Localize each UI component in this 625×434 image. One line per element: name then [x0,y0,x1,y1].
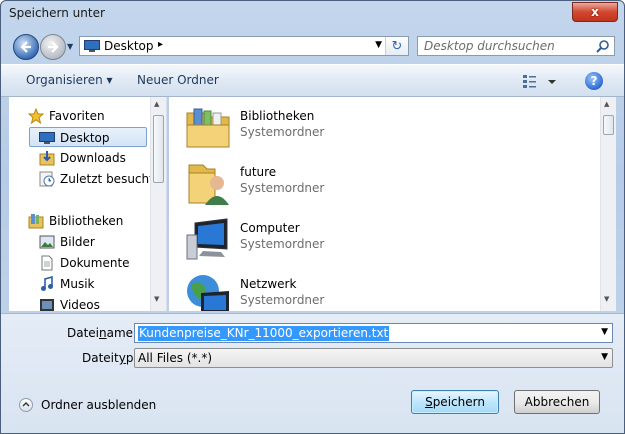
address-dropdown-icon[interactable]: ▼ [375,40,382,50]
recent-icon [39,171,55,187]
user-folder-icon [188,164,229,205]
new-folder-button[interactable]: Neuer Ordner [137,73,219,87]
chevron-down-icon[interactable]: ▼ [601,352,608,362]
nav-item-label: Desktop [60,131,110,145]
music-icon [41,276,53,291]
desktop-icon [84,40,100,52]
file-name: future [240,165,277,179]
save-button[interactable]: Speichern [411,390,499,414]
star-icon [28,108,44,124]
search-icon[interactable] [596,39,610,53]
refresh-button[interactable]: ↻ [385,37,408,55]
computer-icon [186,218,228,260]
list-item[interactable]: Bibliotheken Systemordner [185,103,605,155]
nav-item-downloads[interactable]: Downloads [9,148,149,168]
nav-item-desktop[interactable]: Desktop [29,127,147,147]
forward-button[interactable] [40,34,66,60]
close-button[interactable]: x [572,2,618,22]
save-options-panel: Dateiname: Kundenpreise_KNr_11000_export… [1,313,624,433]
scroll-up-icon[interactable]: ▲ [604,100,609,108]
nav-item-label: Bilder [60,235,95,249]
command-bar: Organisieren ▾ Neuer Ordner ? [1,64,624,97]
file-type: Systemordner [240,293,325,307]
libraries-icon [28,214,44,229]
change-view-button[interactable] [520,72,558,90]
nav-item-documents[interactable]: Dokumente [9,253,149,273]
arrow-left-icon [20,41,31,53]
save-as-dialog: Speichern unter x ▼ Desktop ▸ ▼ ↻ Deskto… [0,0,625,434]
list-item[interactable]: Netzwerk Systemordner [185,271,605,311]
nav-item-recent[interactable]: Zuletzt besucht [9,169,154,189]
search-box[interactable]: Desktop durchsuchen [417,36,615,56]
view-options-icon [523,75,556,88]
title-bar: Speichern unter x [1,1,624,27]
organize-menu[interactable]: Organisieren ▾ [26,73,113,87]
file-type: Systemordner [240,181,325,195]
chevron-up-icon [19,398,33,412]
filetype-select[interactable]: All Files (*.*) ▼ [134,348,613,368]
file-type: Systemordner [240,237,325,251]
nav-item-label: Downloads [60,151,126,165]
nav-item-label: Videos [60,298,100,311]
scroll-thumb[interactable] [603,115,614,135]
filename-input[interactable]: Kundenpreise_KNr_11000_exportieren.txt [138,326,390,341]
file-list[interactable]: Bibliotheken Systemordner future Systemo… [169,97,616,311]
nav-item-label: Zuletzt besucht [60,172,154,186]
downloads-icon [39,151,55,166]
navigation-pane[interactable]: Favoriten Desktop Downloads Zuletzt besu… [9,97,167,311]
recent-locations-dropdown[interactable]: ▼ [67,42,73,51]
close-icon: x [591,5,599,19]
help-button[interactable]: ? [585,72,603,90]
address-location[interactable]: Desktop [104,39,154,53]
list-item[interactable]: future Systemordner [185,159,605,211]
breadcrumb-chevron-icon[interactable]: ▸ [158,39,163,50]
file-name: Computer [240,221,300,235]
filename-field[interactable]: Kundenpreise_KNr_11000_exportieren.txt ▼ [134,323,613,343]
nav-item-label: Musik [60,277,95,291]
filetype-label: Dateityp: [82,351,138,365]
file-type: Systemordner [240,125,325,139]
back-button[interactable] [13,34,39,60]
file-scrollbar[interactable]: ▲ ▼ [600,97,616,311]
scroll-up-icon[interactable]: ▲ [154,100,159,108]
filetype-value: All Files (*.*) [138,351,213,365]
hide-folders-label: Ordner ausblenden [41,398,157,412]
nav-item-pictures[interactable]: Bilder [9,232,149,252]
refresh-icon: ↻ [391,38,403,54]
arrow-right-icon [48,41,59,53]
nav-item-label: Dokumente [60,256,130,270]
scroll-thumb[interactable] [153,115,164,183]
window-title: Speichern unter [9,6,105,20]
nav-item-libraries[interactable]: Bibliotheken [9,211,149,231]
help-icon: ? [590,74,598,88]
chevron-down-icon[interactable]: ▼ [601,327,608,337]
nav-item-music[interactable]: Musik [9,274,149,294]
scroll-down-icon[interactable]: ▼ [154,295,159,303]
address-bar[interactable]: Desktop ▸ ▼ ↻ [79,36,409,56]
documents-icon [41,255,53,271]
scroll-down-icon[interactable]: ▼ [604,295,609,303]
nav-scrollbar[interactable]: ▲ ▼ [150,97,166,311]
search-input[interactable]: Desktop durchsuchen [424,39,555,53]
file-name: Bibliotheken [240,109,315,123]
nav-item-favorites[interactable]: Favoriten [9,106,149,126]
nav-item-label: Bibliotheken [49,214,124,228]
desktop-icon [39,132,55,144]
list-item[interactable]: Computer Systemordner [185,215,605,267]
navigation-row: ▼ Desktop ▸ ▼ ↻ Desktop durchsuchen [1,31,624,61]
filename-label: Dateiname: [67,326,138,340]
network-icon [187,275,229,311]
videos-icon [40,299,54,311]
nav-item-label: Favoriten [49,109,105,123]
pictures-icon [39,235,55,249]
libraries-folder-icon [186,108,230,148]
cancel-button[interactable]: Abbrechen [514,390,600,414]
file-name: Netzwerk [240,277,297,291]
nav-item-videos[interactable]: Videos [9,295,149,311]
